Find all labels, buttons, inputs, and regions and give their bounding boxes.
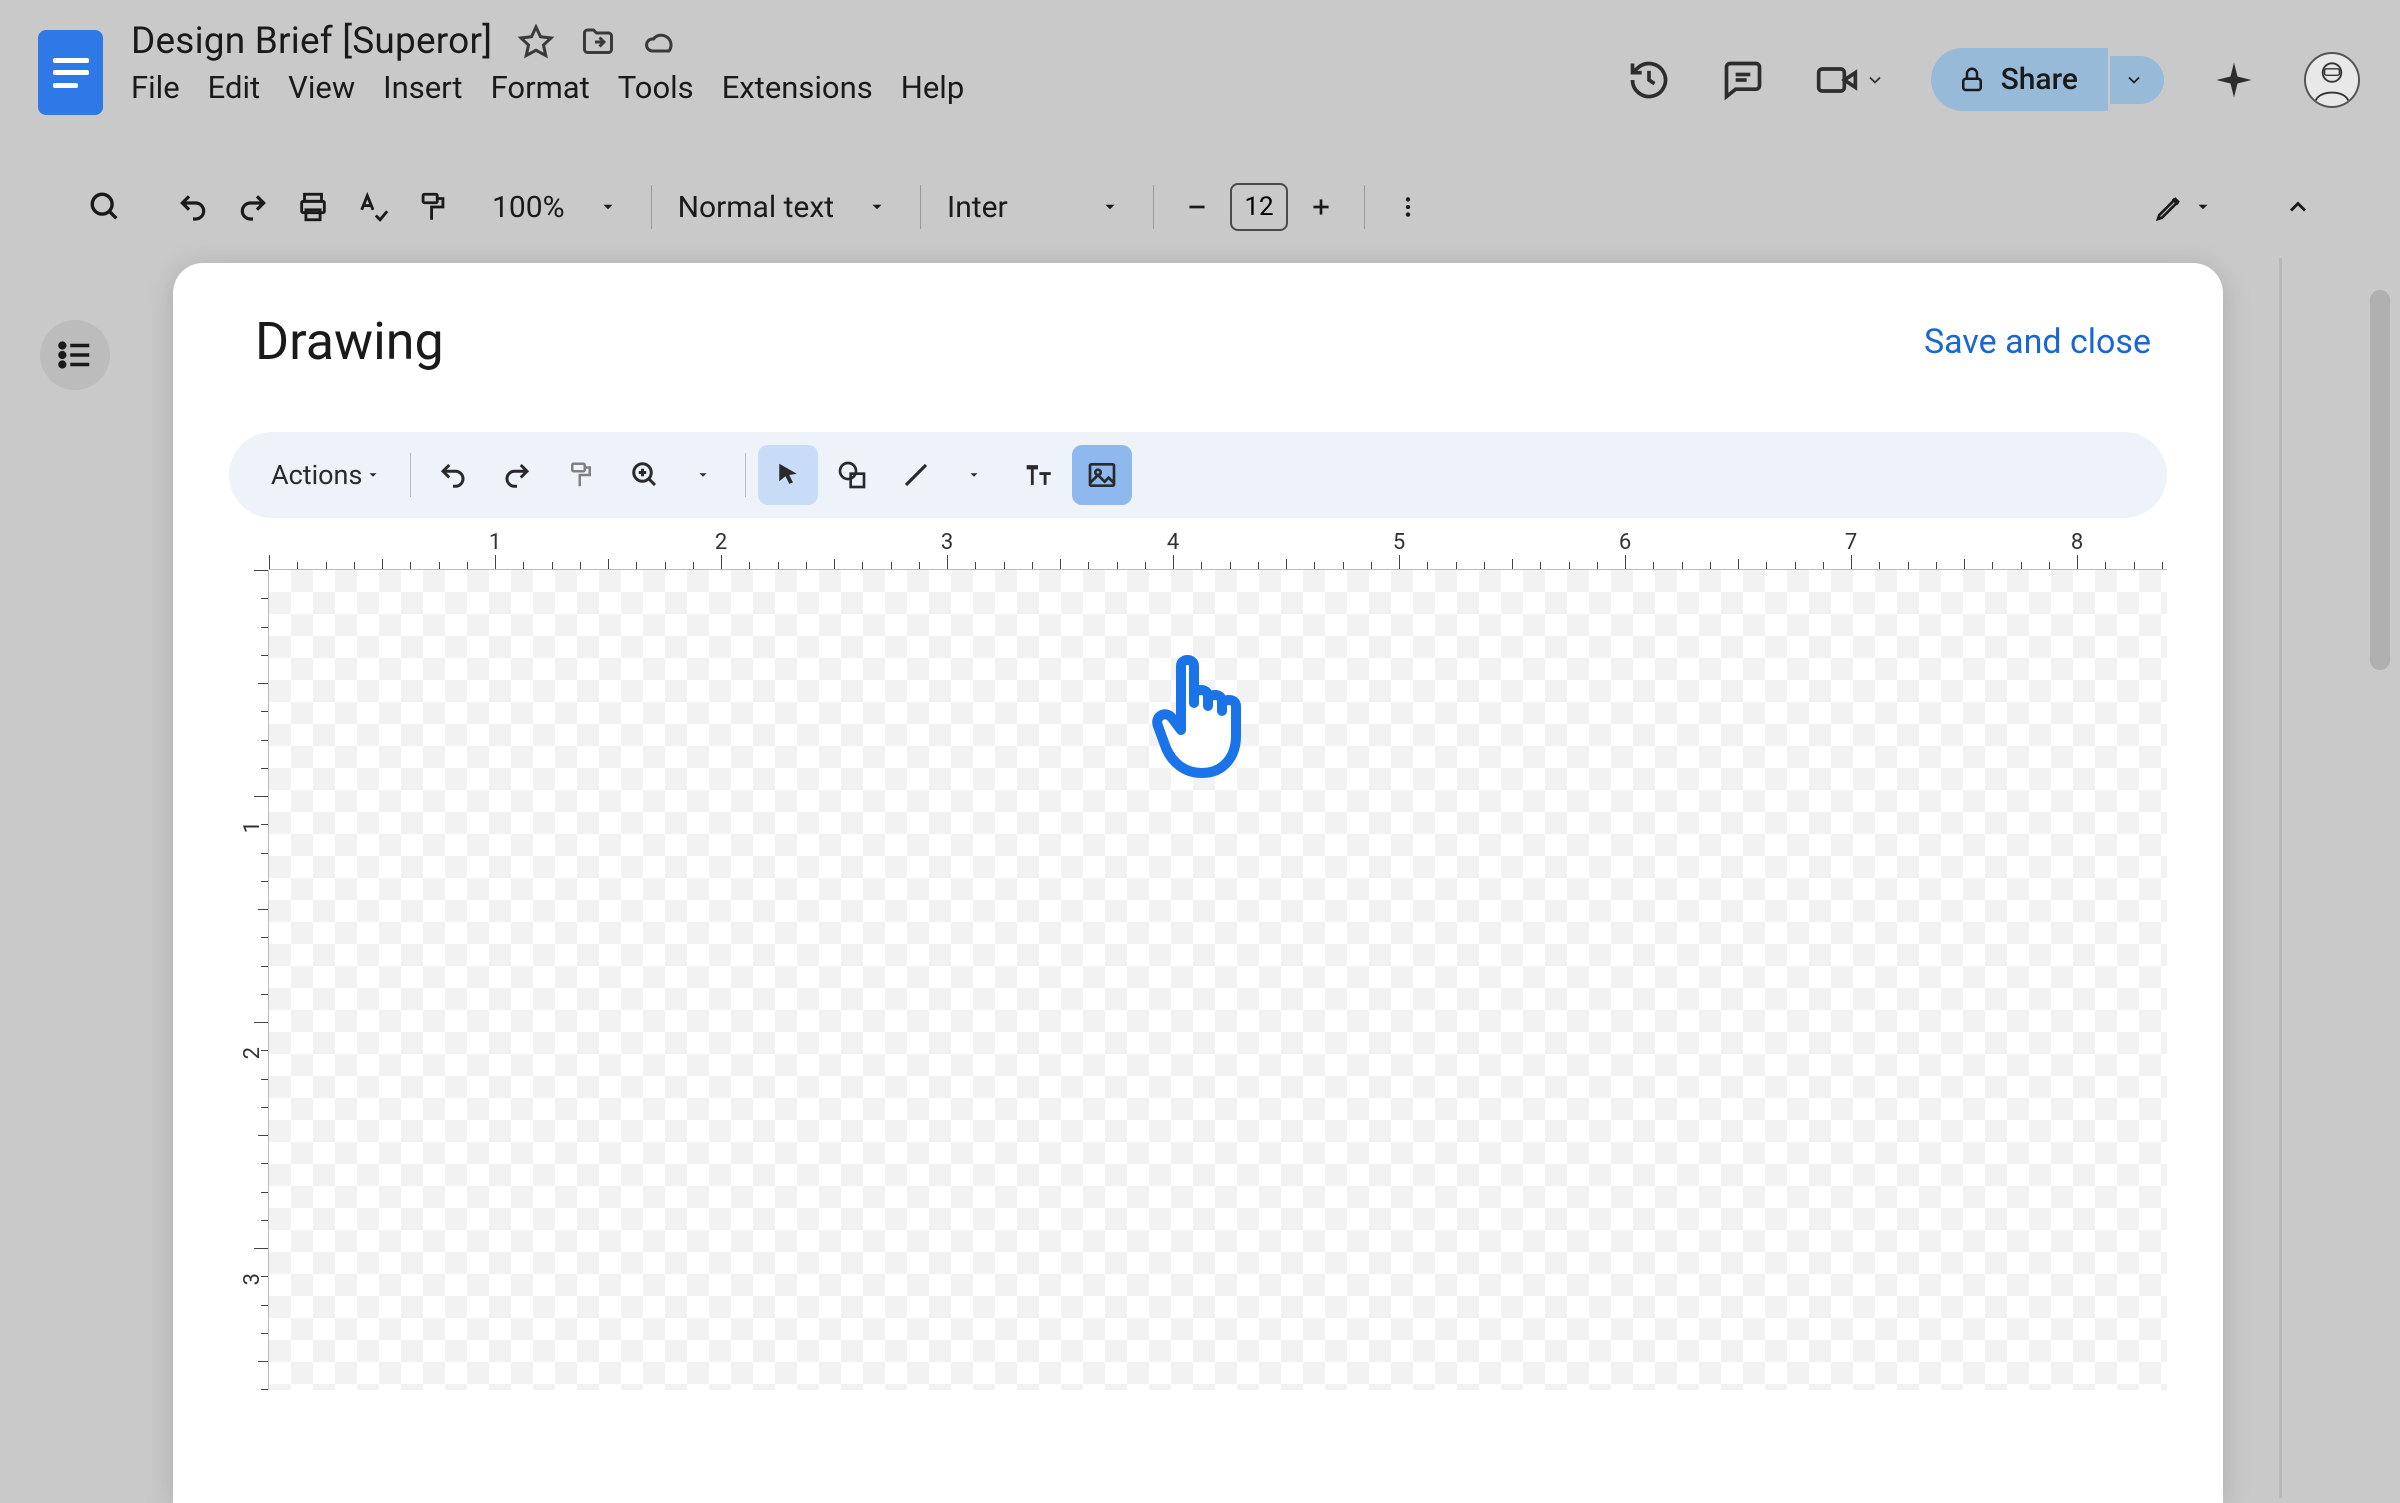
actions-menu[interactable]: Actions	[253, 445, 398, 505]
chevron-down-icon	[2124, 70, 2144, 90]
menu-format[interactable]: Format	[491, 69, 590, 106]
page-edge	[2279, 258, 2282, 1498]
menu-extensions[interactable]: Extensions	[722, 69, 873, 106]
title-area: Design Brief [Superor] File Edit View In…	[131, 20, 1625, 106]
select-tool[interactable]	[758, 445, 818, 505]
docs-logo-icon	[53, 58, 89, 88]
font-name[interactable]: Inter	[937, 190, 1077, 225]
drawing-canvas[interactable]	[269, 570, 2167, 1390]
textbox-tool[interactable]	[1008, 445, 1068, 505]
line-icon	[901, 460, 931, 490]
account-avatar[interactable]	[2304, 52, 2360, 108]
search-menus-icon[interactable]	[78, 180, 132, 234]
menu-view[interactable]: View	[288, 69, 355, 106]
header-right: Share	[1625, 48, 2360, 111]
undo-icon[interactable]	[423, 445, 483, 505]
shapes-icon	[836, 459, 868, 491]
share-group: Share	[1931, 48, 2164, 111]
comments-icon[interactable]	[1719, 56, 1767, 104]
chevron-down-icon	[366, 468, 380, 482]
drawing-toolbar: Actions	[229, 432, 2167, 518]
separator	[651, 185, 652, 229]
modal-title: Drawing	[255, 311, 444, 372]
list-icon	[56, 336, 94, 374]
separator	[1153, 185, 1154, 229]
ruler-vertical: 123	[229, 570, 269, 1390]
cloud-status-icon[interactable]	[642, 24, 678, 60]
spellcheck-icon[interactable]	[346, 180, 400, 234]
font-size-increase[interactable]	[1294, 180, 1348, 234]
docs-logo[interactable]	[38, 30, 103, 115]
scrollbar-thumb[interactable]	[2370, 290, 2390, 670]
share-dropdown[interactable]	[2110, 56, 2164, 104]
textbox-icon	[1021, 458, 1055, 492]
line-dropdown-icon[interactable]	[944, 445, 1004, 505]
meet-button[interactable]	[1813, 56, 1885, 104]
line-tool[interactable]	[886, 445, 946, 505]
paint-format-icon[interactable]	[406, 180, 460, 234]
actions-label: Actions	[271, 459, 362, 491]
image-icon	[1086, 459, 1118, 491]
drawing-modal: Drawing Save and close Actions	[173, 263, 2223, 1503]
zoom-dropdown-icon[interactable]	[673, 445, 733, 505]
save-and-close-button[interactable]: Save and close	[1924, 322, 2151, 362]
gemini-icon[interactable]	[2210, 56, 2258, 104]
lock-icon	[1957, 65, 1987, 95]
paragraph-style[interactable]: Normal text	[668, 190, 844, 225]
redo-icon[interactable]	[487, 445, 547, 505]
menu-insert[interactable]: Insert	[383, 69, 462, 106]
separator	[410, 453, 411, 497]
outline-toggle[interactable]	[40, 320, 110, 390]
share-label: Share	[2001, 62, 2078, 97]
font-dropdown-icon[interactable]	[1083, 180, 1137, 234]
collapse-toolbar-icon[interactable]	[2274, 183, 2322, 231]
canvas-area: 12345678 123	[229, 530, 2167, 1390]
image-tool[interactable]	[1072, 445, 1132, 505]
app-header: Design Brief [Superor] File Edit View In…	[0, 0, 2400, 158]
cursor-icon	[773, 460, 803, 490]
zoom-value[interactable]: 100%	[482, 190, 575, 225]
ruler-horizontal: 12345678	[269, 530, 2167, 570]
zoom-dropdown-icon[interactable]	[581, 180, 635, 234]
separator	[920, 185, 921, 229]
more-options-icon[interactable]	[1381, 180, 1435, 234]
menu-tools[interactable]: Tools	[618, 69, 694, 106]
shape-tool[interactable]	[822, 445, 882, 505]
font-size-decrease[interactable]	[1170, 180, 1224, 234]
style-dropdown-icon[interactable]	[850, 180, 904, 234]
menu-file[interactable]: File	[131, 69, 180, 106]
redo-icon[interactable]	[226, 180, 280, 234]
undo-icon[interactable]	[166, 180, 220, 234]
menu-help[interactable]: Help	[901, 69, 965, 106]
chevron-down-icon	[1865, 70, 1885, 90]
main-toolbar: 100% Normal text Inter 12	[30, 158, 2370, 256]
zoom-icon[interactable]	[615, 445, 675, 505]
star-icon[interactable]	[518, 24, 554, 60]
video-icon	[1813, 56, 1861, 104]
history-icon[interactable]	[1625, 56, 1673, 104]
paint-format-icon[interactable]	[551, 445, 611, 505]
menu-bar: File Edit View Insert Format Tools Exten…	[131, 69, 1625, 106]
separator	[1364, 185, 1365, 229]
separator	[745, 453, 746, 497]
font-size-input[interactable]: 12	[1230, 183, 1288, 231]
chevron-down-icon	[2194, 198, 2212, 216]
editing-mode-button[interactable]	[2138, 183, 2228, 231]
document-title[interactable]: Design Brief [Superor]	[131, 20, 492, 63]
pencil-icon	[2154, 191, 2186, 223]
share-button[interactable]: Share	[1931, 48, 2108, 111]
menu-edit[interactable]: Edit	[208, 69, 261, 106]
print-icon[interactable]	[286, 180, 340, 234]
move-folder-icon[interactable]	[580, 24, 616, 60]
